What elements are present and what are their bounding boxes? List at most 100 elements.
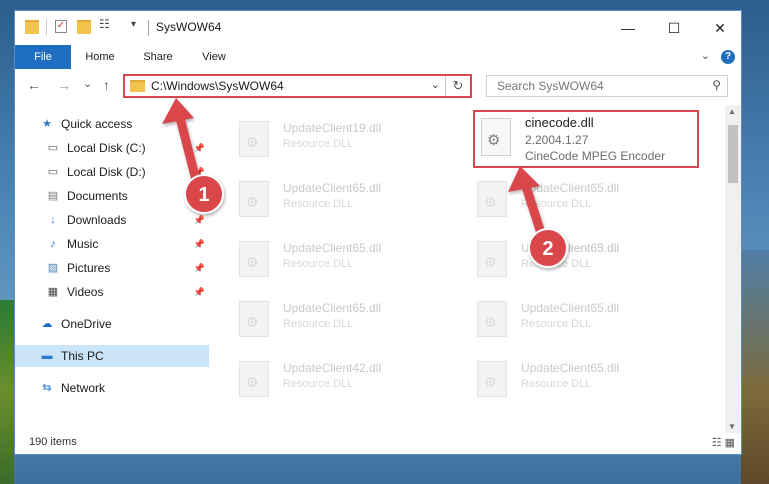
sidebar-item-label: Local Disk (C:) bbox=[67, 141, 146, 155]
address-path: C:\Windows\SysWOW64 bbox=[151, 79, 284, 93]
window-title: SysWOW64 bbox=[156, 20, 222, 34]
refresh-button[interactable]: ↻ bbox=[445, 76, 470, 96]
file-item[interactable]: UpdateClient65.dll Resource DLL bbox=[211, 175, 431, 223]
videos-icon: ▦ bbox=[47, 286, 59, 298]
pin-icon[interactable]: 📌 bbox=[194, 239, 205, 250]
computer-icon: ▬ bbox=[41, 350, 53, 362]
file-name: cinecode.dll bbox=[525, 115, 594, 130]
tab-view[interactable]: View bbox=[191, 45, 237, 69]
close-button[interactable]: ✕ bbox=[697, 15, 743, 41]
file-name: UpdateClient65.dll bbox=[521, 361, 620, 375]
file-type: Resource DLL bbox=[521, 378, 592, 390]
network-icon: ⇆ bbox=[42, 382, 52, 394]
item-count: 190 items bbox=[29, 436, 77, 448]
pin-icon[interactable]: 📌 bbox=[194, 191, 205, 202]
file-type: Resource DLL bbox=[521, 318, 592, 330]
cloud-icon: ☁ bbox=[41, 318, 53, 330]
recent-locations-button[interactable]: ⌄ bbox=[83, 77, 92, 90]
sidebar-item-videos[interactable]: ▦ Videos 📌 bbox=[45, 281, 209, 303]
sidebar-item-label: Videos bbox=[67, 285, 104, 299]
file-name: UpdateClient42.dll bbox=[283, 361, 382, 375]
star-icon: ★ bbox=[42, 118, 52, 130]
drive-icon: ▭ bbox=[47, 166, 59, 178]
help-icon[interactable]: ? bbox=[721, 50, 735, 64]
highlighted-file-item[interactable]: cinecode.dll 2.2004.1.27 CineCode MPEG E… bbox=[473, 110, 699, 168]
sidebar-item-local-disk-d[interactable]: ▭ Local Disk (D:) 📌 bbox=[45, 161, 209, 183]
file-item[interactable]: UpdateClient65.dll Resource DLL bbox=[449, 355, 669, 403]
tab-share[interactable]: Share bbox=[133, 45, 183, 69]
address-dropdown-icon[interactable]: ⌄ bbox=[431, 78, 440, 91]
sidebar-item-pictures[interactable]: ▨ Pictures 📌 bbox=[45, 257, 209, 279]
file-description: CineCode MPEG Encoder bbox=[525, 149, 666, 163]
search-placeholder: Search SysWOW64 bbox=[497, 79, 604, 93]
scroll-down-icon[interactable]: ▼ bbox=[728, 422, 736, 431]
expand-ribbon-icon[interactable]: ⌄ bbox=[701, 50, 710, 62]
file-name: UpdateClient65.dll bbox=[283, 181, 382, 195]
ribbon-controls: ⌄ ? bbox=[701, 49, 735, 64]
file-item[interactable]: UpdateClient65.dll Resource DLL bbox=[211, 295, 431, 343]
dll-file-icon bbox=[477, 301, 507, 337]
pin-icon[interactable]: 📌 bbox=[194, 167, 205, 178]
address-row: ← → ⌄ ↑ C:\Windows\SysWOW64 ⌄ ↻ Search S… bbox=[15, 71, 741, 101]
scroll-thumb[interactable] bbox=[728, 125, 738, 183]
sidebar-item-downloads[interactable]: ↓ Downloads 📌 bbox=[45, 209, 209, 231]
search-input[interactable]: Search SysWOW64 ⚲ bbox=[486, 75, 728, 97]
sidebar-item-label: Downloads bbox=[67, 213, 127, 227]
dll-file-icon bbox=[481, 118, 511, 156]
sidebar-item-network[interactable]: ⇆ Network bbox=[39, 377, 209, 399]
up-button[interactable]: ↑ bbox=[103, 77, 110, 93]
sidebar-item-music[interactable]: ♪ Music 📌 bbox=[45, 233, 209, 255]
back-button[interactable]: ← bbox=[27, 77, 41, 93]
documents-icon: ▤ bbox=[47, 190, 59, 202]
file-item[interactable]: UpdateClient65.dll Resource DLL bbox=[449, 175, 669, 223]
new-folder-icon[interactable] bbox=[77, 20, 91, 34]
file-item[interactable]: UpdateClient63.dll Resource DLL bbox=[449, 235, 669, 283]
address-bar[interactable]: C:\Windows\SysWOW64 ⌄ ↻ bbox=[123, 74, 472, 98]
tab-file[interactable]: File bbox=[15, 45, 71, 69]
file-type: Resource DLL bbox=[283, 378, 354, 390]
sidebar-item-label: Music bbox=[67, 237, 99, 251]
file-type: Resource DLL bbox=[283, 198, 354, 210]
scroll-up-icon[interactable]: ▲ bbox=[728, 107, 736, 116]
file-type: Resource DLL bbox=[283, 318, 354, 330]
file-name: UpdateClient65.dll bbox=[283, 241, 382, 255]
title-bar: ✓ ☷ ▾ SysWOW64 — ☐ ✕ bbox=[15, 11, 741, 45]
minimize-button[interactable]: — bbox=[605, 15, 651, 41]
customize-toolbar-icon[interactable]: ☷ bbox=[99, 17, 110, 31]
toolbar-dropdown-icon[interactable]: ▾ bbox=[131, 19, 136, 30]
pin-icon[interactable]: 📌 bbox=[194, 143, 205, 154]
tab-home[interactable]: Home bbox=[75, 45, 125, 69]
pin-icon[interactable]: 📌 bbox=[194, 287, 205, 298]
properties-icon[interactable]: ✓ bbox=[55, 20, 67, 33]
file-item[interactable]: UpdateClient65.dll Resource DLL bbox=[211, 235, 431, 283]
view-mode-icons[interactable]: ☷ ▦ bbox=[712, 436, 735, 449]
dll-file-icon bbox=[477, 181, 507, 217]
sidebar-item-label: This PC bbox=[61, 349, 104, 363]
file-type: Resource DLL bbox=[521, 258, 592, 270]
navigation-pane: ★ Quick access ▭ Local Disk (C:) 📌 ▭ Loc… bbox=[15, 105, 209, 425]
sidebar-item-quick-access[interactable]: ★ Quick access bbox=[39, 113, 209, 135]
sidebar-item-documents[interactable]: ▤ Documents 📌 bbox=[45, 185, 209, 207]
sidebar-item-label: Quick access bbox=[61, 117, 133, 131]
sidebar-item-onedrive[interactable]: ☁ OneDrive bbox=[39, 313, 209, 335]
sidebar-item-local-disk-c[interactable]: ▭ Local Disk (C:) 📌 bbox=[45, 137, 209, 159]
pin-icon[interactable]: 📌 bbox=[194, 215, 205, 226]
dll-file-icon bbox=[239, 241, 269, 277]
pin-icon[interactable]: 📌 bbox=[194, 263, 205, 274]
file-item[interactable]: UpdateClient42.dll Resource DLL bbox=[211, 355, 431, 403]
sidebar-item-label: Documents bbox=[67, 189, 128, 203]
title-separator bbox=[148, 20, 149, 36]
file-name: UpdateClient63.dll bbox=[521, 241, 620, 255]
file-name: UpdateClient65.dll bbox=[521, 301, 620, 315]
maximize-button[interactable]: ☐ bbox=[651, 15, 697, 41]
sidebar-item-label: Pictures bbox=[67, 261, 111, 275]
forward-button[interactable]: → bbox=[57, 77, 71, 93]
file-name: UpdateClient65.dll bbox=[283, 301, 382, 315]
sidebar-item-this-pc[interactable]: ▬ This PC bbox=[15, 345, 209, 367]
dll-file-icon bbox=[477, 241, 507, 277]
vertical-scrollbar[interactable]: ▲ ▼ bbox=[725, 105, 741, 433]
file-item[interactable]: UpdateClient65.dll Resource DLL bbox=[449, 295, 669, 343]
file-item[interactable]: UpdateClient19.dll Resource DLL bbox=[211, 115, 431, 163]
file-type: Resource DLL bbox=[283, 258, 354, 270]
dll-file-icon bbox=[477, 361, 507, 397]
